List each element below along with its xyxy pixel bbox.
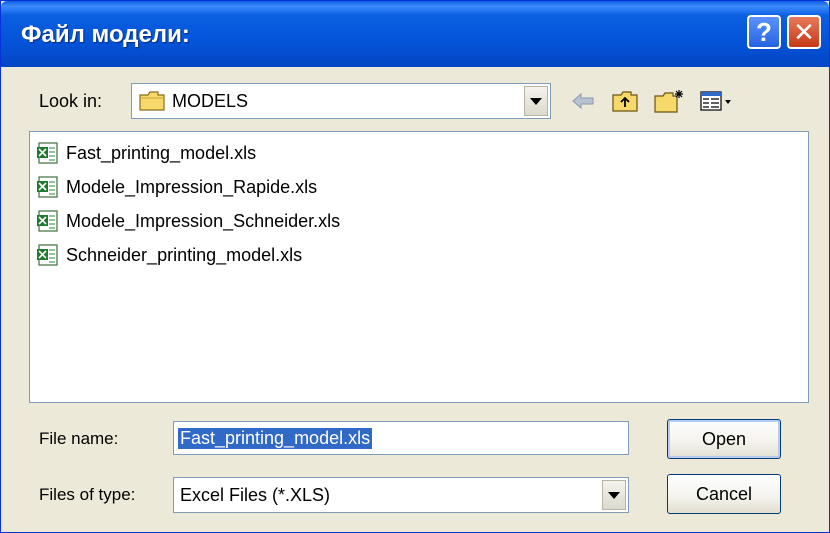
file-name: Modele_Impression_Rapide.xls bbox=[66, 176, 318, 197]
excel-file-icon bbox=[37, 142, 58, 164]
file-item[interactable]: Fast_printing_model.xls bbox=[36, 140, 256, 166]
file-name-input[interactable]: Fast_printing_model.xls bbox=[173, 421, 629, 455]
new-folder-button[interactable] bbox=[651, 87, 687, 115]
file-type-dropdown-arrow[interactable] bbox=[602, 480, 626, 510]
look-in-dropdown-arrow[interactable] bbox=[524, 86, 548, 116]
file-name-label: File name: bbox=[39, 429, 119, 448]
chevron-down-icon bbox=[608, 491, 620, 499]
file-open-dialog: Файл модели: ? ✕ Look in: MODELS Fast_pr… bbox=[0, 0, 830, 533]
close-icon: ✕ bbox=[793, 16, 815, 47]
back-button[interactable] bbox=[567, 87, 599, 115]
new-folder-icon bbox=[654, 90, 683, 113]
view-menu-button[interactable] bbox=[697, 87, 737, 115]
file-item[interactable]: Modele_Impression_Schneider.xls bbox=[36, 208, 340, 234]
file-name: Fast_printing_model.xls bbox=[66, 142, 257, 163]
up-folder-button[interactable] bbox=[609, 87, 641, 115]
file-name: Schneider_printing_model.xls bbox=[66, 244, 303, 265]
back-arrow-icon bbox=[572, 92, 594, 110]
file-type-value: Excel Files (*.XLS) bbox=[180, 484, 331, 505]
file-type-dropdown[interactable]: Excel Files (*.XLS) bbox=[173, 477, 629, 513]
chevron-down-icon bbox=[530, 97, 542, 105]
file-item[interactable]: Modele_Impression_Rapide.xls bbox=[36, 174, 317, 200]
excel-file-icon bbox=[37, 210, 58, 232]
view-menu-icon bbox=[700, 91, 731, 111]
excel-file-icon bbox=[37, 244, 58, 266]
cancel-button[interactable]: Cancel bbox=[667, 474, 781, 514]
file-item[interactable]: Schneider_printing_model.xls bbox=[36, 242, 302, 268]
look-in-label: Look in: bbox=[39, 91, 103, 111]
help-button[interactable]: ? bbox=[747, 15, 781, 49]
file-list[interactable]: Fast_printing_model.xls Modele_Impressio… bbox=[29, 131, 809, 403]
help-icon: ? bbox=[756, 16, 772, 47]
excel-file-icon bbox=[37, 176, 58, 198]
file-name-value: Fast_printing_model.xls bbox=[178, 427, 373, 449]
open-button[interactable]: Open bbox=[667, 419, 781, 459]
title-bar[interactable]: Файл модели: ? ✕ bbox=[1, 1, 829, 67]
look-in-value: MODELS bbox=[172, 90, 249, 111]
file-name: Modele_Impression_Schneider.xls bbox=[66, 210, 341, 231]
folder-icon bbox=[139, 91, 165, 111]
close-button[interactable]: ✕ bbox=[787, 15, 821, 49]
up-folder-icon bbox=[612, 91, 638, 112]
file-type-label: Files of type: bbox=[39, 485, 136, 504]
window-title: Файл модели: bbox=[21, 21, 190, 48]
look-in-dropdown[interactable]: MODELS bbox=[131, 83, 551, 119]
